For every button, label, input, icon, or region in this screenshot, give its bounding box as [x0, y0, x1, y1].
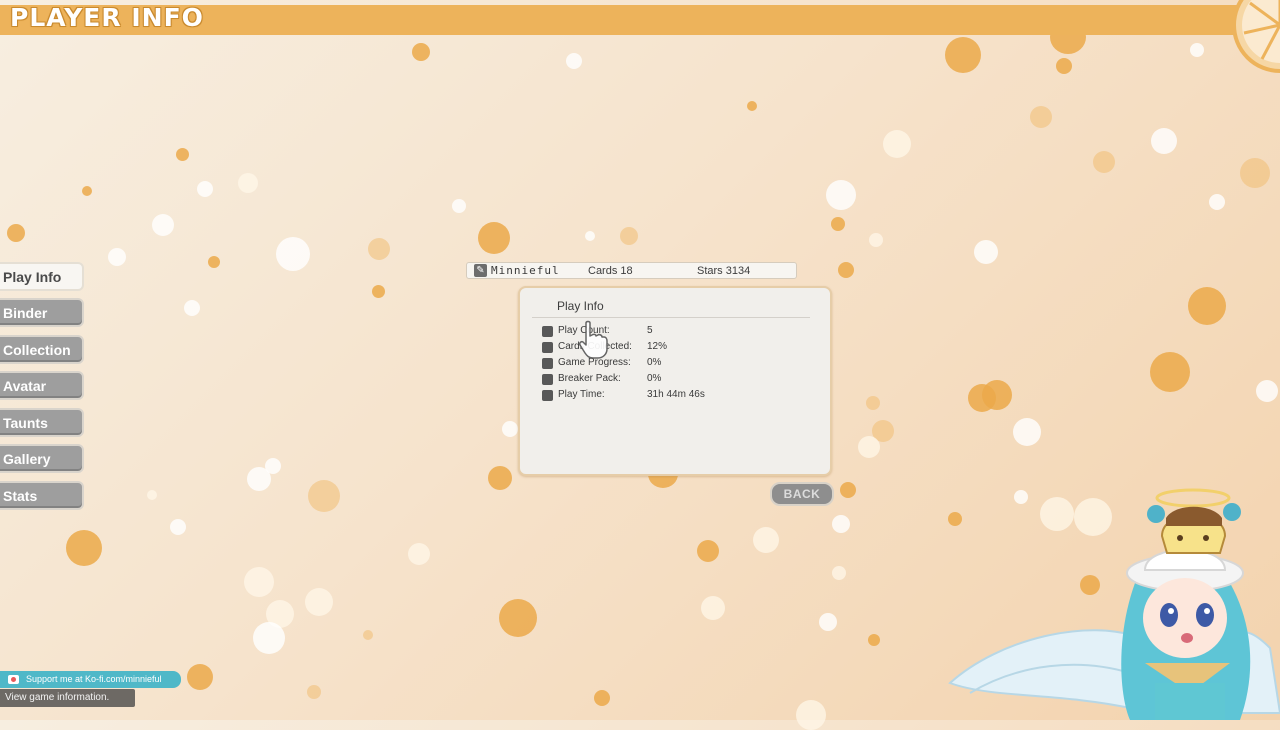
menu-item-taunts[interactable]: Taunts	[0, 408, 84, 437]
stat-label: Breaker Pack:	[558, 373, 621, 384]
menu-item-stats[interactable]: Stats	[0, 481, 84, 510]
kofi-support-text: Support me at Ko-fi.com/minnieful	[26, 674, 162, 684]
pencil-icon[interactable]: ✎	[474, 264, 487, 277]
menu-item-label: Play Info	[3, 269, 62, 285]
menu-item-collection[interactable]: Collection	[0, 335, 84, 364]
menu-item-label: Binder	[3, 305, 48, 321]
stat-bullet-icon	[542, 358, 553, 369]
stat-bullet-icon	[542, 374, 553, 385]
menu-item-label: Stats	[3, 488, 38, 504]
panel-divider	[532, 317, 810, 318]
stat-value: 12%	[647, 341, 668, 352]
player-stars-count: Stars 3134	[697, 265, 751, 277]
status-hint: View game information.	[0, 689, 135, 707]
player-name: Minnieful	[491, 264, 560, 277]
back-button[interactable]: BACK	[770, 482, 834, 506]
stat-bullet-icon	[542, 390, 553, 401]
menu-item-play-info[interactable]: Play Info	[0, 262, 84, 291]
stat-label: Play Time:	[558, 389, 605, 400]
kofi-support-banner[interactable]: Support me at Ko-fi.com/minnieful	[0, 671, 181, 688]
streamer-avatar	[948, 488, 1280, 720]
hand-pointer-icon	[579, 320, 608, 359]
kofi-cup-icon	[8, 675, 19, 684]
menu-item-avatar[interactable]: Avatar	[0, 371, 84, 400]
page-title: PLAYER INFO	[10, 3, 204, 32]
menu-item-label: Collection	[3, 342, 71, 358]
panel-title: Play Info	[557, 299, 604, 313]
menu-item-binder[interactable]: Binder	[0, 298, 84, 327]
stat-bullet-icon	[542, 326, 553, 337]
menu-item-label: Gallery	[3, 451, 51, 467]
menu-item-label: Avatar	[3, 378, 47, 394]
menu-item-label: Taunts	[3, 415, 48, 431]
player-cards-count: Cards 18	[588, 265, 633, 277]
orange-slice-icon	[1232, 0, 1280, 73]
stat-value: 0%	[647, 357, 662, 368]
stat-bullet-icon	[542, 342, 553, 353]
menu-item-gallery[interactable]: Gallery	[0, 444, 84, 473]
play-info-panel: Play Info Play Count: 5 Cards Collected:…	[518, 286, 832, 476]
player-info-strip: ✎ Minnieful Cards 18 Stars 3134	[466, 262, 797, 279]
stat-value: 31h 44m 46s	[647, 389, 705, 400]
stat-value: 0%	[647, 373, 662, 384]
stat-value: 5	[647, 325, 653, 336]
